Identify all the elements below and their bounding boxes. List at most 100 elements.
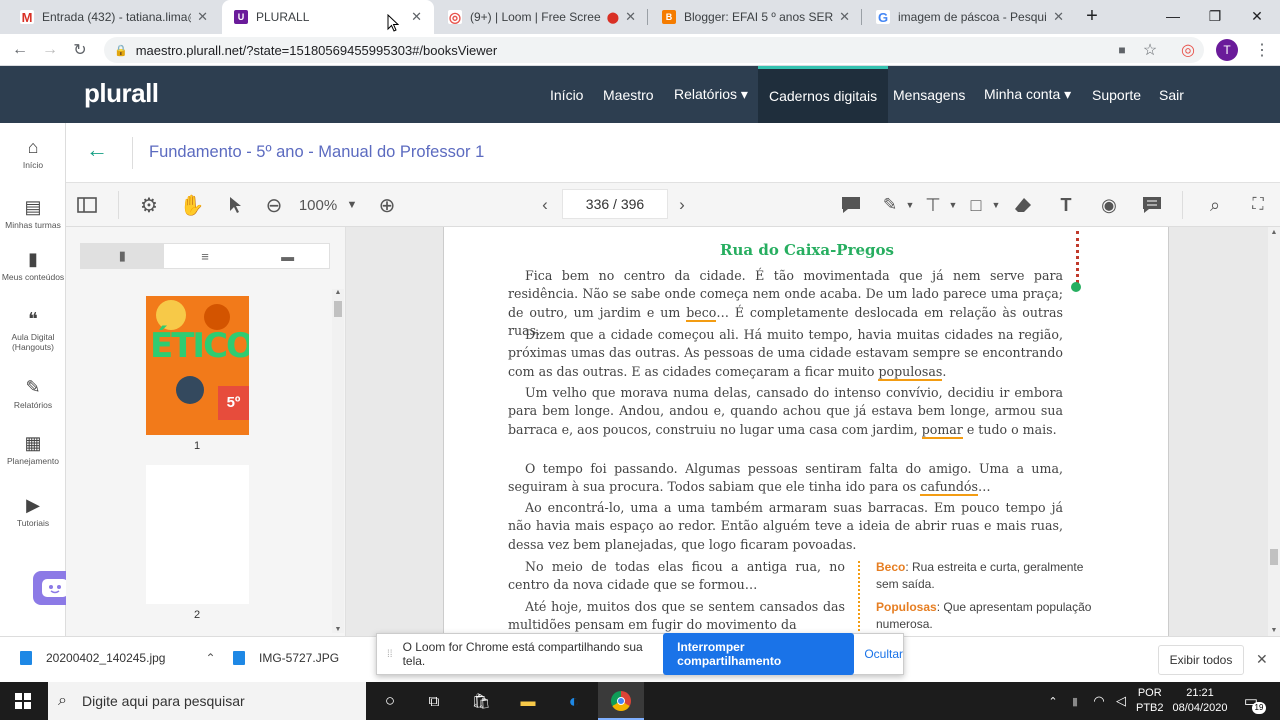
maximize-button[interactable]: ❐ bbox=[1192, 0, 1238, 32]
nav-relatorios[interactable]: Relatórios ▾ bbox=[663, 66, 759, 123]
search-icon[interactable]: ⌕ bbox=[1203, 193, 1227, 217]
sidebar-item-minhas-turmas[interactable]: ▤ Minhas turmas bbox=[0, 197, 66, 230]
close-tab-icon[interactable]: ✕ bbox=[625, 9, 636, 25]
tray-chevron-icon[interactable]: ⌃ bbox=[1042, 691, 1064, 711]
store-icon[interactable]: 🛍 bbox=[470, 691, 492, 711]
loom-extension-icon[interactable]: ◎ bbox=[1176, 38, 1200, 62]
nav-minha-conta[interactable]: Minha conta ▾ bbox=[973, 66, 1082, 123]
close-tab-icon[interactable]: ✕ bbox=[197, 9, 208, 25]
pointer-select-icon[interactable] bbox=[223, 193, 247, 217]
sidebar-item-inicio[interactable]: ⌂ Início bbox=[0, 137, 66, 170]
browser-tab-loom[interactable]: ◎ (9+) | Loom | Free Screen ⬤ ✕ bbox=[436, 0, 648, 34]
sidebar-item-label: Relatórios bbox=[13, 400, 53, 410]
sidebar-toggle-icon[interactable] bbox=[75, 193, 99, 217]
close-window-button[interactable]: ✕ bbox=[1234, 0, 1280, 32]
edge-icon[interactable]: ◐ bbox=[563, 691, 585, 711]
url-input[interactable]: 🔒 maestro.plurall.net/?state=15180569455… bbox=[104, 37, 1204, 63]
microphone-icon[interactable]: ▮ bbox=[1064, 691, 1086, 711]
page-number-input[interactable]: 336 / 396 bbox=[562, 189, 668, 219]
next-page-icon[interactable]: › bbox=[670, 193, 694, 217]
pen-dropdown-icon[interactable]: ▼ bbox=[898, 193, 922, 217]
nav-sair[interactable]: Sair bbox=[1148, 66, 1195, 123]
settings-gear-icon[interactable]: ⚙ bbox=[137, 193, 161, 217]
comment-icon[interactable] bbox=[839, 193, 863, 217]
new-tab-button[interactable]: + bbox=[1078, 0, 1106, 32]
tab-annotations-icon[interactable]: ▬ bbox=[246, 244, 329, 268]
minimize-button[interactable]: — bbox=[1150, 0, 1196, 32]
download-item[interactable]: 20200402_140245.jpg ⌃ bbox=[20, 651, 216, 665]
zoom-dropdown-icon[interactable]: ▼ bbox=[340, 193, 364, 217]
page-thumbnail-1[interactable]: ÉTICO 5º bbox=[146, 296, 249, 435]
file-explorer-icon[interactable]: ▬ bbox=[517, 691, 539, 711]
cortana-icon[interactable]: ○ bbox=[379, 691, 401, 711]
taskbar-search-input[interactable]: ⌕ Digite aqui para pesquisar bbox=[48, 682, 366, 720]
nav-maestro[interactable]: Maestro bbox=[592, 66, 665, 123]
chat-face-icon bbox=[42, 579, 68, 597]
document-scrollbar[interactable]: ▲ ▼ bbox=[1268, 227, 1280, 636]
textbox-dropdown-icon[interactable]: ▼ bbox=[941, 193, 965, 217]
browser-tab-plurall[interactable]: U PLURALL ✕ bbox=[222, 0, 434, 34]
clock[interactable]: 21:21 08/04/2020 bbox=[1170, 686, 1230, 716]
glossary-term-beco[interactable]: beco bbox=[686, 304, 717, 322]
browser-tab-blogger[interactable]: B Blogger: EFAI 5 º anos SER - To ✕ bbox=[650, 0, 862, 34]
close-tab-icon[interactable]: ✕ bbox=[411, 9, 422, 25]
zoom-level-select[interactable]: 100% bbox=[298, 193, 338, 217]
drag-handle-icon[interactable]: ⁞⁞ bbox=[387, 649, 393, 660]
sidebar-item-meus-conteudos[interactable]: ▮ Meus conteúdos bbox=[0, 249, 66, 282]
tab-outline-icon[interactable]: ≡ bbox=[164, 244, 247, 268]
sidebar-item-tutoriais[interactable]: ▶ Tutoriais bbox=[0, 495, 66, 528]
tab-pages-icon[interactable]: ▮ bbox=[81, 244, 164, 268]
text-tool-icon[interactable]: T bbox=[1054, 193, 1078, 217]
glossary-term-populosas[interactable]: populosas bbox=[878, 363, 943, 381]
nav-mensagens[interactable]: Mensagens bbox=[882, 66, 976, 123]
plurall-logo[interactable]: plurall bbox=[84, 78, 159, 109]
profile-avatar[interactable]: T bbox=[1216, 39, 1238, 61]
wifi-icon[interactable]: ◠ bbox=[1088, 691, 1110, 711]
lock-icon: 🔒 bbox=[114, 44, 128, 57]
nav-inicio[interactable]: Início bbox=[539, 66, 594, 123]
chrome-taskbar-button[interactable] bbox=[598, 682, 644, 720]
notes-icon[interactable] bbox=[1140, 193, 1164, 217]
stop-sharing-button[interactable]: Interromper compartilhamento bbox=[663, 633, 855, 675]
zoom-out-icon[interactable]: ⊖ bbox=[262, 193, 286, 217]
glossary-term-pomar[interactable]: pomar bbox=[921, 421, 963, 439]
eye-view-icon[interactable]: ◉ bbox=[1097, 193, 1121, 217]
zoom-in-icon[interactable]: ⊕ bbox=[375, 193, 399, 217]
browser-tab-google[interactable]: G imagem de páscoa - Pesquisa ✕ bbox=[864, 0, 1076, 34]
sidebar-item-relatorios[interactable]: ✎ Relatórios bbox=[0, 377, 66, 410]
nav-cadernos-digitais[interactable]: Cadernos digitais bbox=[758, 66, 889, 123]
camera-icon[interactable]: ■ bbox=[1110, 38, 1134, 62]
chevron-up-icon[interactable]: ⌃ bbox=[205, 651, 215, 665]
hangouts-icon: ❝ bbox=[28, 309, 38, 329]
language-indicator[interactable]: POR PTB2 bbox=[1136, 686, 1164, 716]
gmail-icon: M bbox=[20, 9, 34, 25]
task-view-icon[interactable]: ⧉ bbox=[423, 691, 445, 711]
back-icon[interactable]: ← bbox=[8, 38, 32, 62]
menu-kebab-icon[interactable]: ⋮ bbox=[1250, 38, 1274, 62]
hand-pan-icon[interactable]: ✋ bbox=[180, 193, 205, 217]
bookmark-star-icon[interactable]: ☆ bbox=[1138, 38, 1162, 62]
close-tab-icon[interactable]: ✕ bbox=[1053, 9, 1064, 25]
volume-icon[interactable]: ◁ bbox=[1110, 691, 1132, 711]
thumbnail-scrollbar[interactable]: ▲ ▼ bbox=[332, 289, 344, 633]
reload-icon[interactable]: ↻ bbox=[68, 38, 92, 62]
close-downloads-icon[interactable]: ✕ bbox=[1256, 651, 1268, 668]
forward-icon[interactable]: → bbox=[38, 38, 62, 62]
sidebar-item-planejamento[interactable]: ▦ Planejamento bbox=[0, 433, 66, 466]
page-thumbnail-2[interactable] bbox=[146, 465, 249, 604]
fullscreen-icon[interactable]: ⛶ bbox=[1246, 193, 1270, 217]
hide-banner-button[interactable]: Ocultar bbox=[864, 647, 903, 661]
sidebar-item-aula-digital[interactable]: ❝ Aula Digital (Hangouts) bbox=[0, 309, 66, 352]
browser-tab-gmail[interactable]: M Entrada (432) - tatiana.lima@p ✕ bbox=[8, 0, 220, 34]
shape-dropdown-icon[interactable]: ▼ bbox=[984, 193, 1008, 217]
glossary-term-cafundos[interactable]: cafundós bbox=[920, 479, 978, 497]
nav-suporte[interactable]: Suporte bbox=[1081, 66, 1152, 123]
download-item[interactable]: IMG-5727.JPG bbox=[233, 651, 339, 665]
windows-start-icon[interactable] bbox=[12, 691, 34, 711]
eraser-icon[interactable] bbox=[1011, 193, 1035, 217]
prev-page-icon[interactable]: ‹ bbox=[533, 193, 557, 217]
show-all-downloads-button[interactable]: Exibir todos bbox=[1158, 645, 1244, 675]
bookmark-dot bbox=[1071, 282, 1081, 292]
back-arrow-icon[interactable]: ← bbox=[86, 137, 108, 163]
close-tab-icon[interactable]: ✕ bbox=[839, 9, 850, 25]
